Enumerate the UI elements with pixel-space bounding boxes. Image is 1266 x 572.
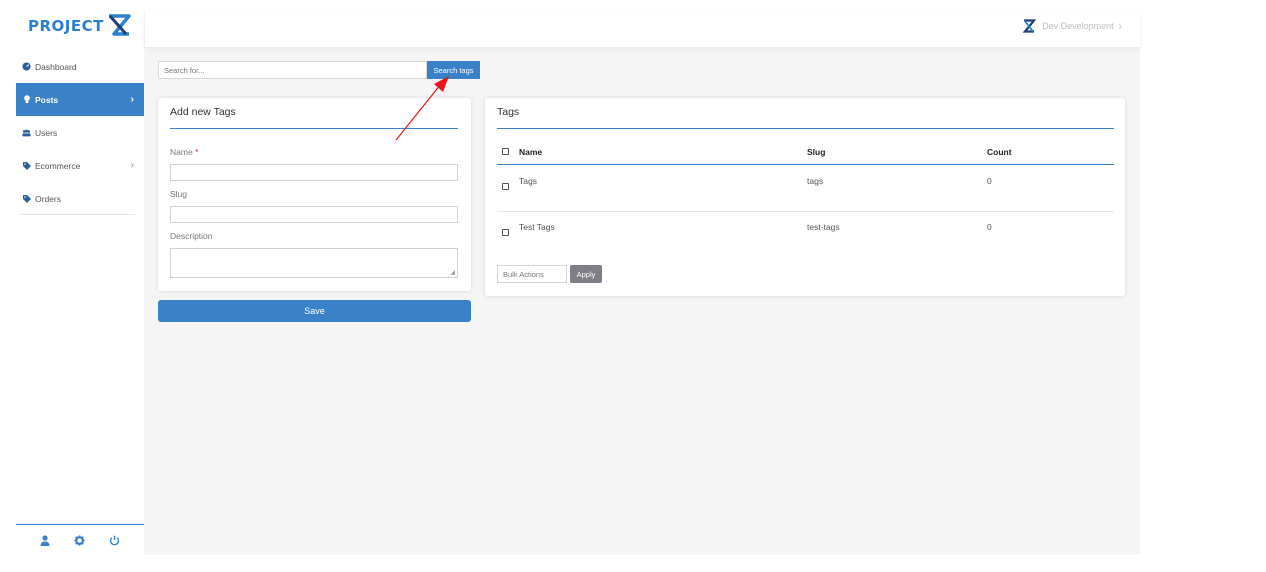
users-icon — [22, 128, 31, 137]
sidebar-item-label: Users — [35, 127, 58, 138]
sidebar-item-ecommerce[interactable]: Ecommerce › — [16, 149, 144, 182]
search-tags-button[interactable]: Search tags — [427, 61, 480, 79]
column-header-name[interactable]: Name — [519, 147, 542, 157]
tags-title: Tags — [497, 106, 520, 118]
name-label-text: Name — [170, 147, 193, 157]
row-checkbox[interactable] — [502, 183, 509, 190]
user-menu[interactable]: Dev Development › — [1022, 19, 1122, 33]
row-checkbox[interactable] — [502, 229, 509, 236]
brand-logo-icon — [1022, 19, 1037, 33]
column-header-slug[interactable]: Slug — [807, 147, 825, 157]
row-divider — [497, 211, 1114, 212]
tag-slug: test-tags — [807, 222, 840, 232]
logo[interactable]: PROJECT — [28, 12, 132, 40]
sidebar-item-label: Dashboard — [35, 61, 77, 72]
sidebar-item-users[interactable]: Users — [16, 116, 144, 149]
card-divider — [497, 128, 1114, 129]
save-button[interactable]: Save — [158, 300, 471, 322]
tag-slug: tags — [807, 176, 824, 186]
lightbulb-icon — [22, 95, 31, 104]
description-label: Description — [170, 231, 213, 241]
app-frame: PROJECT Dashboard Posts › Users Ecommerc… — [16, 12, 1140, 555]
tag-name-link[interactable]: Test Tags — [519, 222, 555, 232]
apply-button[interactable]: Apply — [570, 265, 602, 283]
sidebar-footer — [16, 524, 144, 555]
add-tag-title: Add new Tags — [170, 106, 236, 118]
gear-icon[interactable] — [74, 534, 85, 546]
sidebar-item-posts[interactable]: Posts › — [16, 83, 144, 116]
chevron-right-icon: › — [130, 160, 134, 171]
slug-label: Slug — [170, 189, 188, 199]
sidebar-item-label: Ecommerce — [35, 160, 81, 171]
tag-icon — [22, 194, 31, 203]
card-divider — [170, 128, 458, 129]
name-field[interactable] — [170, 164, 458, 181]
slug-field[interactable] — [170, 206, 458, 223]
tag-count: 0 — [987, 222, 992, 232]
resize-handle-icon[interactable]: ◢ — [450, 269, 455, 276]
name-label: Name * — [170, 147, 198, 157]
tags-card: Tags Name Slug Count Tags tags 0 Test Ta… — [485, 98, 1125, 296]
description-field[interactable]: ◢ — [170, 248, 458, 278]
tag-name-link[interactable]: Tags — [519, 176, 537, 186]
add-tag-card: Add new Tags Name * Slug Description ◢ — [158, 98, 471, 291]
sidebar: PROJECT Dashboard Posts › Users Ecommerc… — [16, 12, 144, 555]
select-all-checkbox[interactable] — [502, 148, 509, 155]
search-input[interactable] — [158, 61, 427, 79]
tag-search: Search tags — [158, 61, 480, 79]
sidebar-item-label: Posts — [35, 94, 59, 105]
bulk-actions-select[interactable]: Bulk Actions — [497, 265, 567, 283]
topbar: Dev Development › — [145, 12, 1140, 47]
user-name: Dev Development — [1042, 21, 1114, 31]
logo-text: PROJECT — [28, 17, 104, 35]
sidebar-item-label: Orders — [35, 193, 61, 204]
power-icon[interactable] — [109, 535, 120, 546]
dashboard-icon — [22, 62, 31, 71]
column-header-count[interactable]: Count — [987, 147, 1012, 157]
table-header-divider — [497, 164, 1114, 165]
sidebar-item-dashboard[interactable]: Dashboard — [16, 50, 144, 83]
chevron-right-icon: › — [130, 94, 134, 105]
required-mark: * — [195, 147, 199, 157]
sidebar-nav: Dashboard Posts › Users Ecommerce › Orde… — [16, 50, 144, 215]
sidebar-item-orders[interactable]: Orders — [16, 182, 144, 215]
sidebar-divider — [19, 214, 135, 215]
logo-mark-icon — [108, 14, 131, 36]
chevron-right-icon: › — [1118, 20, 1122, 32]
tag-icon — [22, 161, 31, 170]
user-icon[interactable] — [40, 534, 50, 546]
tag-count: 0 — [987, 176, 992, 186]
